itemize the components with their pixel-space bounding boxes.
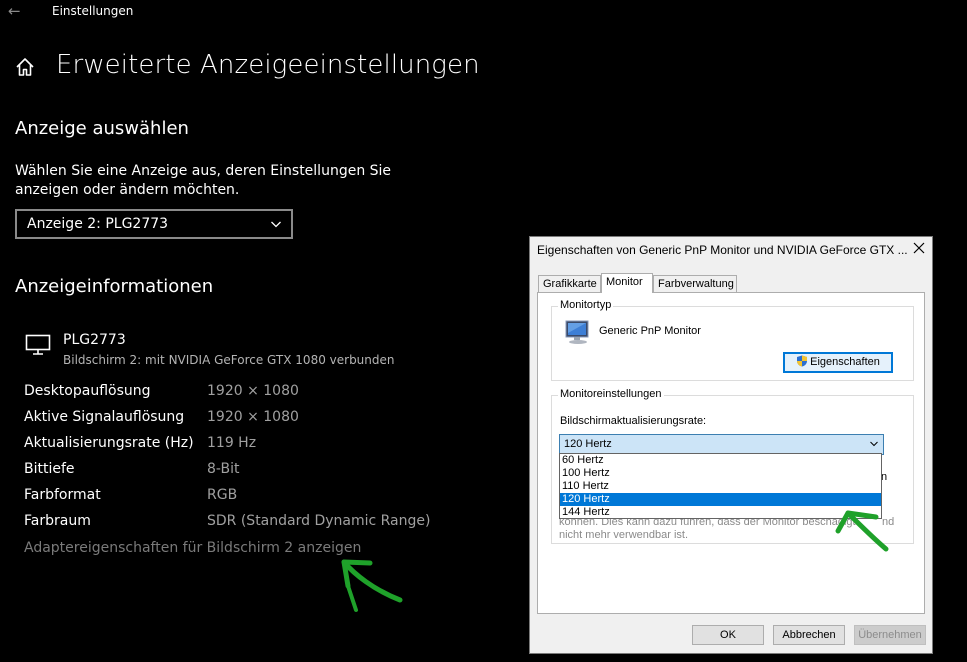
cancel-button[interactable]: Abbrechen: [773, 625, 845, 645]
monitor-type-group: Monitortyp Generic PnP Monitor Eigenscha…: [551, 299, 914, 381]
info-value-signal-resolution: 1920 × 1080: [207, 409, 299, 425]
select-display-description: Wählen Sie eine Anzeige aus, deren Einst…: [15, 163, 392, 198]
properties-button-label: Eigenschaften: [810, 356, 880, 368]
info-value-color-space: SDR (Standard Dynamic Range): [207, 513, 431, 529]
display-info-heading: Anzeigeinformationen: [15, 276, 214, 297]
refresh-rate-label: Bildschirmaktualisierungsrate:: [560, 415, 707, 427]
monitor-settings-group-label: Monitoreinstellungen: [558, 388, 664, 400]
refresh-option-100[interactable]: 100 Hertz: [560, 467, 881, 480]
refresh-rate-value: 120 Hertz: [564, 438, 612, 450]
info-label-color-format: Farbformat: [24, 487, 101, 503]
info-label-signal-resolution: Aktive Signalauflösung: [24, 409, 185, 425]
info-label-color-space: Farbraum: [24, 513, 91, 529]
annotation-arrow-left: [341, 559, 403, 612]
refresh-rate-options-list: 60 Hertz 100 Hertz 110 Hertz 120 Hertz 1…: [559, 453, 882, 519]
monitor-properties-dialog: Eigenschaften von Generic PnP Monitor un…: [529, 236, 933, 654]
monitor-name: PLG2773: [63, 332, 126, 348]
select-display-heading: Anzeige auswählen: [15, 118, 189, 139]
info-value-refresh-rate: 119 Hz: [207, 435, 257, 451]
info-value-desktop-resolution: 1920 × 1080: [207, 383, 299, 399]
page-title: Erweiterte Anzeigeeinstellungen: [56, 50, 480, 80]
warning-text-line-1-end: nd: [882, 516, 895, 528]
refresh-option-110[interactable]: 110 Hertz: [560, 480, 881, 493]
tab-monitor[interactable]: Monitor: [601, 273, 653, 293]
monitor-icon: [25, 334, 51, 355]
properties-button[interactable]: Eigenschaften: [783, 352, 893, 373]
info-label-desktop-resolution: Desktopauflösung: [24, 383, 151, 399]
warning-text-line-2: nicht mehr verwendbar ist.: [559, 529, 688, 541]
refresh-rate-combobox[interactable]: 120 Hertz: [559, 434, 884, 455]
info-label-bit-depth: Bittiefe: [24, 461, 75, 477]
display-dropdown-value: Anzeige 2: PLG2773: [27, 216, 169, 232]
tab-grafikkarte[interactable]: Grafikkarte: [538, 275, 601, 292]
chevron-down-icon: [271, 221, 281, 228]
monitor-connection: Bildschirm 2: mit NVIDIA GeForce GTX 108…: [63, 353, 395, 367]
close-icon[interactable]: [912, 241, 926, 255]
refresh-option-120[interactable]: 120 Hertz: [560, 493, 881, 506]
monitor-type-group-label: Monitortyp: [558, 299, 614, 311]
monitor-type-name: Generic PnP Monitor: [599, 325, 701, 337]
home-icon[interactable]: [14, 56, 36, 78]
refresh-option-144[interactable]: 144 Hertz: [560, 506, 881, 519]
adapter-properties-link[interactable]: Adaptereigenschaften für Bildschirm 2 an…: [24, 540, 361, 556]
window-title: Einstellungen: [52, 4, 134, 18]
info-label-refresh-rate: Aktualisierungsrate (Hz): [24, 435, 194, 451]
info-value-bit-depth: 8-Bit: [207, 461, 240, 477]
tab-farbverwaltung[interactable]: Farbverwaltung: [653, 275, 737, 292]
back-button[interactable]: ←: [8, 2, 21, 20]
dialog-title: Eigenschaften von Generic PnP Monitor un…: [537, 243, 908, 257]
chevron-down-icon: [870, 441, 878, 447]
ok-button[interactable]: OK: [692, 625, 764, 645]
display-dropdown[interactable]: Anzeige 2: PLG2773: [15, 209, 293, 239]
uac-shield-icon: [797, 355, 808, 367]
refresh-option-60[interactable]: 60 Hertz: [560, 454, 881, 467]
apply-button[interactable]: Übernehmen: [854, 625, 926, 645]
info-value-color-format: RGB: [207, 487, 238, 503]
monitor-device-icon: [565, 320, 589, 344]
